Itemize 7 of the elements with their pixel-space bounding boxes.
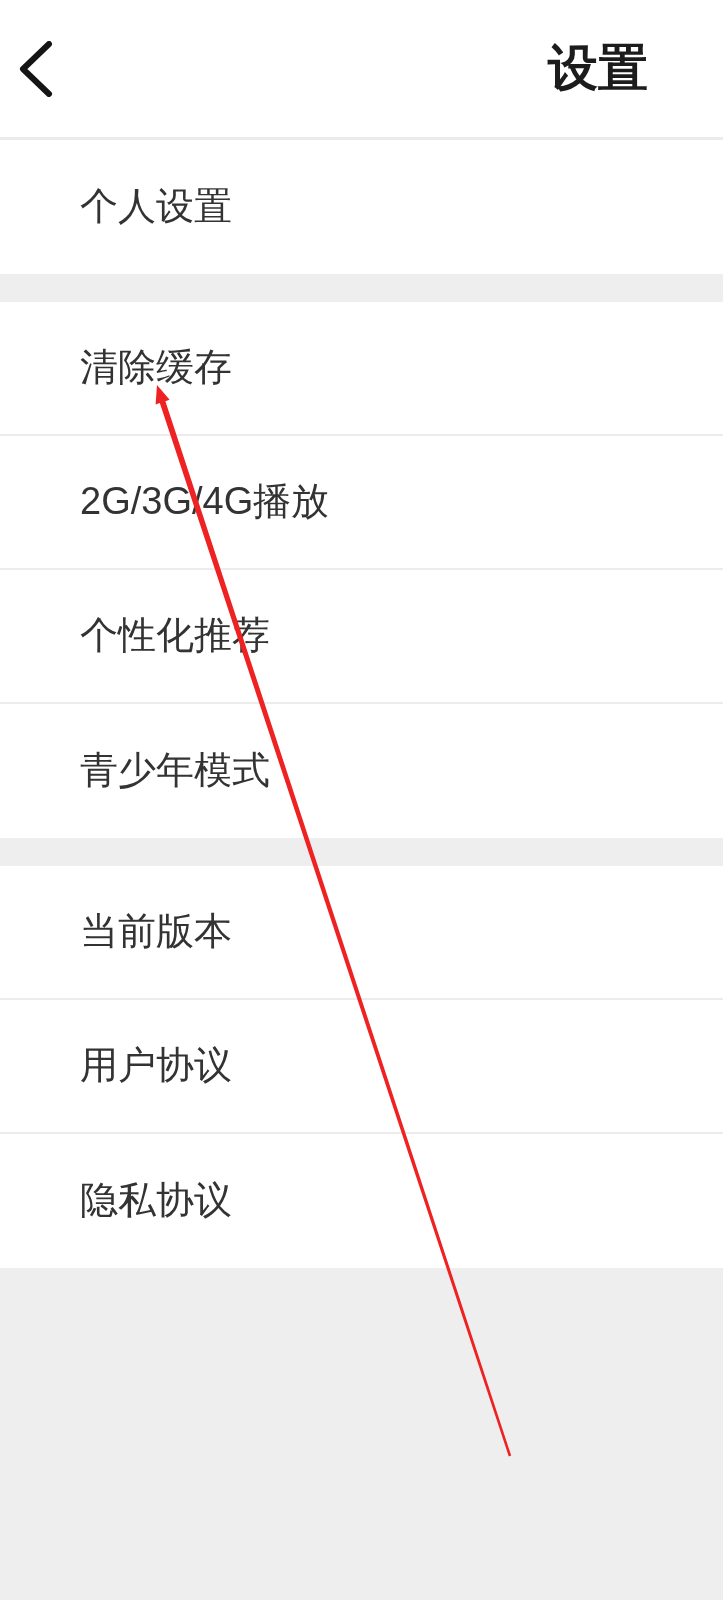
page-title: 设置 (548, 41, 648, 96)
settings-item[interactable]: 清除缓存 (0, 302, 723, 436)
settings-item[interactable]: 用户协议 (0, 1000, 723, 1134)
settings-item[interactable]: 个人设置 (0, 140, 723, 274)
settings-item[interactable]: 青少年模式 (0, 704, 723, 838)
settings-item[interactable]: 隐私协议 (0, 1134, 723, 1268)
settings-item[interactable]: 当前版本 (0, 866, 723, 1000)
